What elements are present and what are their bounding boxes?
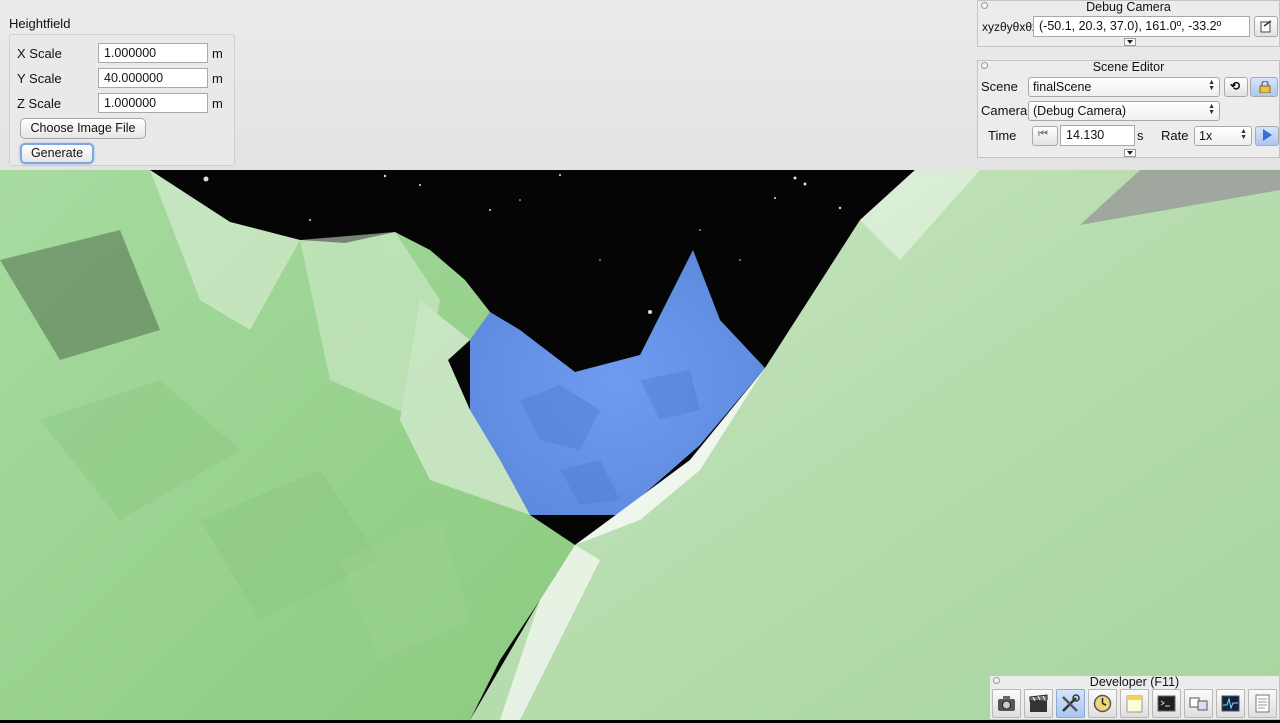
scene-editor-panel: Scene Editor Scene finalScene ▲ ▼ ⟲ Camer… xyxy=(977,60,1280,158)
time-reset-button[interactable]: ⏮ xyxy=(1032,126,1058,146)
z-scale-unit: m xyxy=(212,96,223,111)
tools-icon[interactable] xyxy=(1056,689,1085,718)
time-input[interactable]: 14.130 xyxy=(1060,125,1135,146)
document-icon[interactable] xyxy=(1248,689,1277,718)
camera-select[interactable]: (Debug Camera) ▲ ▼ xyxy=(1028,101,1220,121)
performance-monitor-icon[interactable] xyxy=(1216,689,1245,718)
lock-icon xyxy=(1259,81,1271,93)
z-scale-input[interactable]: 1.000000 xyxy=(98,93,208,113)
scene-editor-title: Scene Editor xyxy=(1092,60,1165,74)
updown-arrows-icon: ▲ ▼ xyxy=(1208,79,1215,92)
time-label: Time xyxy=(988,128,1017,143)
windows-icon[interactable] xyxy=(1184,689,1213,718)
reload-icon: ⟲ xyxy=(1230,79,1241,93)
updown-arrows-icon: ▲ ▼ xyxy=(1208,103,1215,116)
heightfield-title: Heightfield xyxy=(9,16,71,31)
x-scale-input[interactable]: 1.000000 xyxy=(98,43,208,63)
terminal-icon[interactable] xyxy=(1152,689,1181,718)
rate-label: Rate xyxy=(1161,128,1189,143)
copy-camera-button[interactable] xyxy=(1254,16,1278,37)
camera-label: Camera xyxy=(981,103,1028,118)
camera-position-field[interactable]: (-50.1, 20.3, 37.0), 161.0º, -33.2º xyxy=(1033,16,1250,37)
notes-icon[interactable] xyxy=(1120,689,1149,718)
camera-icon[interactable] xyxy=(992,689,1021,718)
scene-label: Scene xyxy=(981,79,1018,94)
clock-icon[interactable] xyxy=(1088,689,1117,718)
scene-select-value: finalScene xyxy=(1033,80,1092,94)
reload-scene-button[interactable]: ⟲ xyxy=(1224,77,1248,97)
scene-select[interactable]: finalScene ▲ ▼ xyxy=(1028,77,1220,97)
play-button[interactable] xyxy=(1255,126,1279,146)
scene-editor-expand-icon[interactable] xyxy=(1124,149,1136,157)
generate-button[interactable]: Generate xyxy=(20,143,94,164)
z-scale-label: Z Scale xyxy=(17,96,62,111)
rewind-icon: ⏮ xyxy=(1038,128,1048,140)
lock-scene-button[interactable] xyxy=(1250,77,1278,97)
rate-select-value: 1x xyxy=(1199,129,1213,143)
developer-title: Developer (F11) xyxy=(1089,675,1180,689)
rate-select[interactable]: 1x ▲ ▼ xyxy=(1194,126,1252,146)
x-scale-unit: m xyxy=(212,46,223,61)
debug-camera-panel: Debug Camera xyzθyθxθz (-50.1, 20.3, 37.… xyxy=(977,0,1280,47)
debug-camera-title: Debug Camera xyxy=(1086,0,1171,14)
y-scale-unit: m xyxy=(212,71,223,86)
choose-image-file-button[interactable]: Choose Image File xyxy=(20,118,146,139)
y-scale-input[interactable]: 40.000000 xyxy=(98,68,208,88)
clipboard-icon xyxy=(1260,20,1272,33)
play-icon xyxy=(1263,129,1272,141)
time-unit: s xyxy=(1137,128,1144,143)
x-scale-label: X Scale xyxy=(17,46,62,61)
camera-axis-label: xyzθyθxθz xyxy=(982,20,1039,34)
heightfield-panel: Heightfield X Scale 1.000000 m Y Scale 4… xyxy=(0,0,236,168)
film-clapper-icon[interactable] xyxy=(1024,689,1053,718)
debug-camera-expand-icon[interactable] xyxy=(1124,38,1136,46)
updown-arrows-icon: ▲ ▼ xyxy=(1240,128,1247,141)
y-scale-label: Y Scale xyxy=(17,71,62,86)
camera-select-value: (Debug Camera) xyxy=(1033,104,1127,118)
